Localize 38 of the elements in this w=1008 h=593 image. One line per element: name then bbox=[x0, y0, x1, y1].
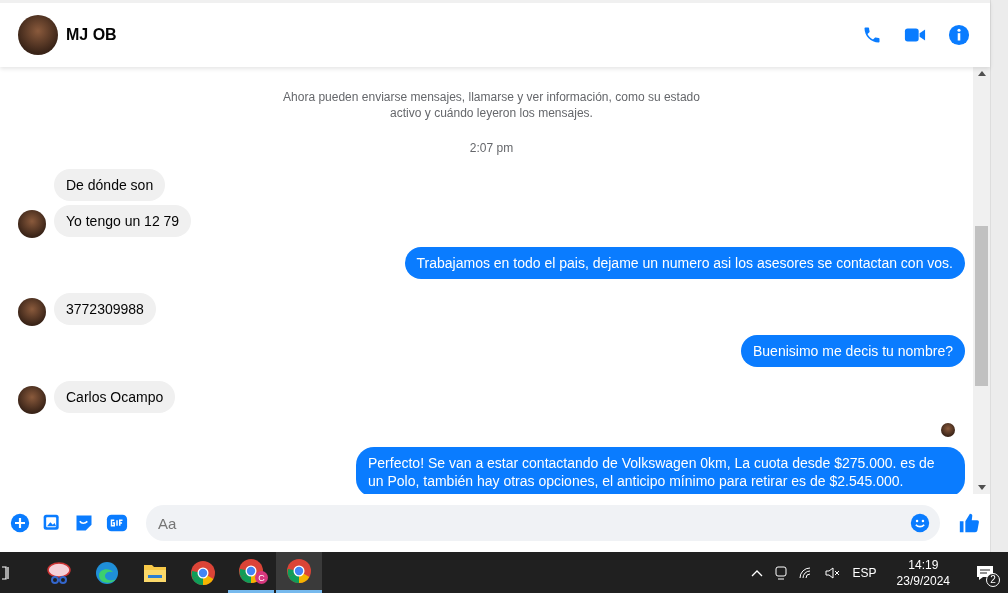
message-input[interactable]: Aa bbox=[146, 505, 940, 541]
incoming-message: De dónde son bbox=[54, 169, 166, 201]
speaker-muted-icon[interactable] bbox=[824, 566, 841, 579]
taskbar-app[interactable] bbox=[276, 552, 322, 593]
chevron-up-icon[interactable] bbox=[750, 568, 763, 577]
sticker-icon[interactable] bbox=[74, 513, 94, 533]
taskbar-app[interactable]: C bbox=[228, 552, 274, 593]
outgoing-message: Buenisimo me decis tu nombre? bbox=[741, 335, 965, 367]
task-view-icon[interactable] bbox=[2, 564, 10, 581]
language-indicator[interactable]: ESP bbox=[852, 565, 877, 580]
plus-icon[interactable] bbox=[10, 513, 30, 533]
emoji-icon[interactable] bbox=[910, 513, 930, 533]
image-icon[interactable] bbox=[42, 513, 62, 533]
notification-icon[interactable] bbox=[976, 564, 994, 581]
scissors-icon bbox=[46, 560, 72, 585]
wifi-icon[interactable] bbox=[798, 566, 813, 579]
thumbs-up-icon[interactable] bbox=[958, 512, 980, 534]
browser-wave-icon bbox=[95, 560, 119, 585]
system-message: Ahora pueden enviarse mensajes, llamarse y ver información, como su estado activo y cuándo leyeron los mensajes. bbox=[282, 89, 701, 121]
incoming-message: Carlos Ocampo bbox=[54, 381, 176, 413]
video-camera-icon[interactable] bbox=[904, 26, 926, 44]
info-icon[interactable] bbox=[948, 24, 970, 46]
phone-icon[interactable] bbox=[862, 25, 882, 45]
chrome-browser-icon bbox=[190, 559, 216, 586]
read-receipt-avatar bbox=[941, 423, 955, 437]
webcam-icon[interactable] bbox=[774, 565, 787, 580]
timestamp: 2:07 pm bbox=[469, 141, 514, 155]
incoming-message: 3772309988 bbox=[54, 293, 156, 325]
contact-avatar[interactable] bbox=[18, 15, 58, 55]
outgoing-message: Perfecto! Se van a estar contactando de Volkswagen 0km, La cuota desde $275.000. es de un Polo, también hay otras opciones, el anticipo mínimo para retirar es de $2.545.000. bbox=[356, 447, 965, 494]
outgoing-message: Trabajamos en todo el pais, dejame un numero asi los asesores se contactan con vos. bbox=[404, 247, 965, 279]
clock[interactable]: 14:19 23/9/2024 bbox=[896, 556, 950, 589]
scrollbar[interactable] bbox=[973, 67, 990, 494]
gif-icon[interactable] bbox=[106, 513, 128, 533]
contact-name[interactable]: MJ OB bbox=[66, 26, 117, 44]
incoming-message: Yo tengo un 12 79 bbox=[54, 205, 192, 237]
chrome-browser-icon bbox=[286, 558, 312, 584]
profile-badge: C bbox=[255, 571, 268, 584]
